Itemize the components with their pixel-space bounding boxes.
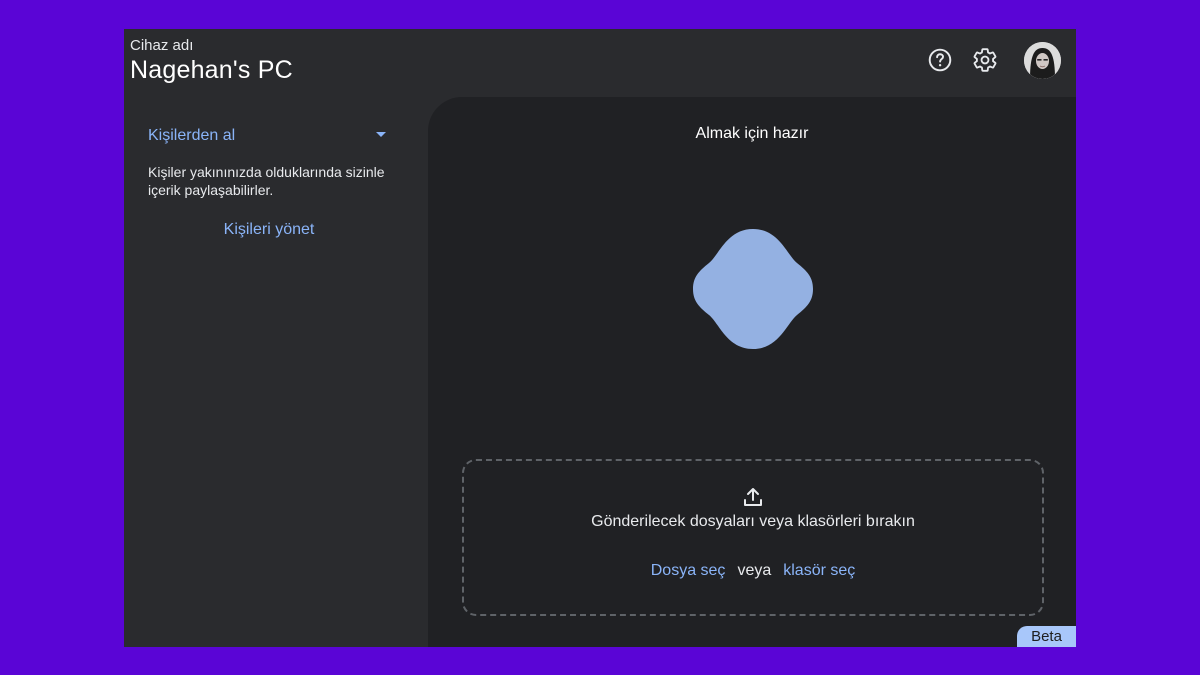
help-icon[interactable] xyxy=(926,46,954,74)
sidebar: Kişilerden al Kişiler yakınınızda oldukl… xyxy=(124,97,428,647)
device-name-label: Cihaz adı xyxy=(130,37,194,54)
manage-contacts-link[interactable]: Kişileri yönet xyxy=(124,221,414,239)
drop-zone-text: Gönderilecek dosyaları veya klasörleri b… xyxy=(591,513,915,530)
receive-panel: Almak için hazır Gönderilecek dosyaları … xyxy=(428,97,1076,647)
choose-folder-link[interactable]: klasör seç xyxy=(783,562,855,579)
visibility-dropdown-label: Kişilerden al xyxy=(148,127,236,144)
chevron-down-icon xyxy=(376,132,386,137)
device-shape-icon xyxy=(693,229,813,349)
device-name: Nagehan's PC xyxy=(130,56,293,84)
header: Cihaz adı Nagehan's PC xyxy=(124,29,1076,97)
app-window: Cihaz adı Nagehan's PC Kişilerden al Kiş… xyxy=(124,29,1076,647)
visibility-dropdown[interactable]: Kişilerden al xyxy=(148,127,388,149)
choose-file-link[interactable]: Dosya seç xyxy=(651,562,726,579)
choose-row: Dosya seç veya klasör seç xyxy=(464,562,1042,580)
avatar[interactable] xyxy=(1024,42,1061,79)
gear-icon[interactable] xyxy=(971,46,999,74)
upload-icon xyxy=(744,488,762,506)
file-drop-zone[interactable]: Gönderilecek dosyaları veya klasörleri b… xyxy=(462,459,1044,616)
status-title: Almak için hazır xyxy=(695,125,809,142)
or-text: veya xyxy=(737,562,772,579)
visibility-description: Kişiler yakınınızda olduklarında sizinle… xyxy=(148,164,385,198)
beta-badge: Beta xyxy=(1017,626,1076,647)
